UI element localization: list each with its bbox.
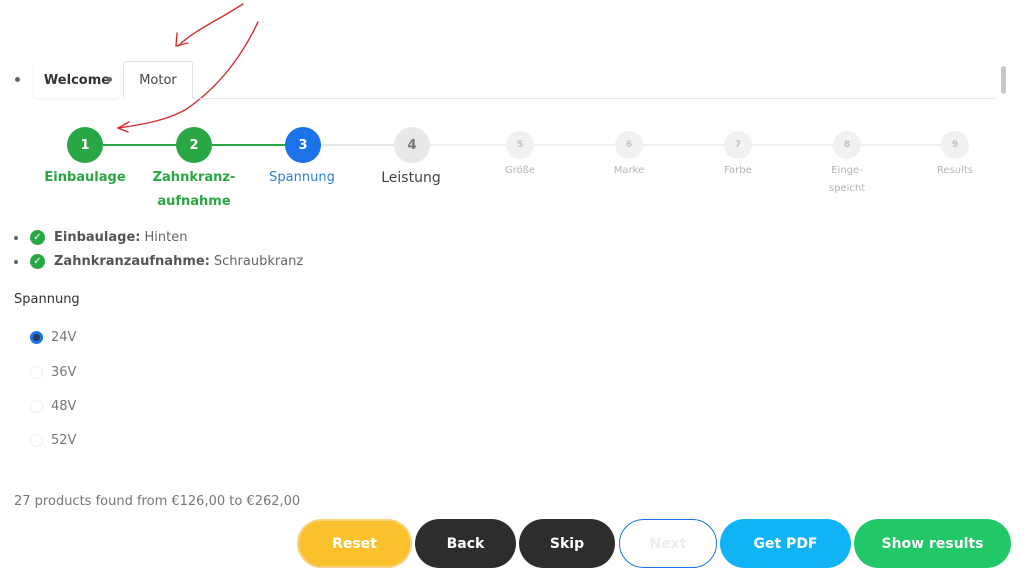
summary-value: Schraubkranz — [213, 254, 304, 269]
tab-welcome-label: Welcome — [43, 73, 111, 88]
step-3-label: Spannung — [269, 170, 335, 185]
summary-item: ✓ Zahnkranzaufnahme: Schraubkranz — [14, 254, 303, 269]
option-label: 24V — [51, 330, 77, 345]
step-2-label-line1: Zahnkranz- — [152, 170, 236, 185]
radio-button[interactable] — [30, 434, 43, 447]
step-4-circle[interactable]: 4 — [394, 127, 430, 163]
bullet — [14, 259, 18, 264]
step-connector — [752, 144, 833, 146]
step-2-label: Zahnkranz- aufnahme — [139, 166, 249, 214]
step-3-circle[interactable]: 3 — [285, 127, 321, 163]
step-9-circle[interactable]: 9 — [941, 131, 969, 159]
summary-item: ✓ Einbaulage: Hinten — [14, 230, 187, 245]
option-label: 36V — [51, 365, 77, 380]
step-6-label: Marke — [613, 165, 645, 176]
step-8-label-line1: Einge- — [831, 165, 863, 176]
radio-button[interactable] — [30, 366, 43, 379]
step-connector — [321, 144, 394, 146]
step-5-label: Größe — [504, 165, 536, 176]
radio-button-selected[interactable] — [30, 331, 43, 344]
products-found-text: 27 products found from €126,00 to €262,0… — [14, 494, 301, 509]
step-2-label-line2: aufnahme — [157, 194, 231, 209]
step-6-circle[interactable]: 6 — [615, 131, 643, 159]
step-8-label-line2: speicht — [828, 183, 866, 194]
summary-value: Hinten — [144, 230, 188, 245]
step-connector — [643, 144, 724, 146]
option-52v[interactable]: 52V — [30, 433, 76, 448]
option-48v[interactable]: 48V — [30, 399, 76, 414]
option-36v[interactable]: 36V — [30, 365, 76, 380]
tab-bullet — [15, 77, 20, 82]
step-connector — [861, 144, 941, 146]
step-connector — [430, 144, 506, 146]
show-results-button[interactable]: Show results — [854, 519, 1011, 568]
summary-key: Zahnkranzaufnahme: — [54, 254, 210, 269]
step-7-circle[interactable]: 7 — [724, 131, 752, 159]
tab-motor[interactable]: Motor — [123, 61, 193, 99]
step-connector — [212, 144, 285, 146]
back-button[interactable]: Back — [415, 519, 516, 568]
step-8-label: Einge- speicht — [792, 162, 902, 198]
scrollbar[interactable] — [1001, 66, 1006, 94]
option-label: 52V — [51, 433, 77, 448]
check-icon: ✓ — [30, 254, 45, 269]
summary-key: Einbaulage: — [54, 230, 141, 245]
tab-divider — [193, 98, 995, 99]
next-button[interactable]: Next — [619, 519, 717, 568]
skip-button[interactable]: Skip — [519, 519, 615, 568]
step-4-label: Leistung — [381, 170, 441, 186]
step-1-label: Einbaulage — [44, 170, 126, 185]
step-connector — [103, 144, 176, 146]
get-pdf-button[interactable]: Get PDF — [720, 519, 851, 568]
tab-motor-label: Motor — [139, 73, 177, 88]
step-connector — [534, 144, 615, 146]
option-24v[interactable]: 24V — [30, 330, 76, 345]
step-5-circle[interactable]: 5 — [506, 131, 534, 159]
step-8-circle[interactable]: 8 — [833, 131, 861, 159]
step-7-label: Farbe — [724, 165, 752, 176]
bullet — [14, 235, 18, 240]
tab-bullet — [107, 77, 112, 82]
step-1-circle[interactable]: 1 — [67, 127, 103, 163]
step-2-circle[interactable]: 2 — [176, 127, 212, 163]
option-label: 48V — [51, 399, 77, 414]
check-icon: ✓ — [30, 230, 45, 245]
reset-button[interactable]: Reset — [297, 519, 412, 568]
step-9-label: Results — [936, 165, 974, 176]
radio-button[interactable] — [30, 400, 43, 413]
question-title: Spannung — [14, 292, 80, 307]
